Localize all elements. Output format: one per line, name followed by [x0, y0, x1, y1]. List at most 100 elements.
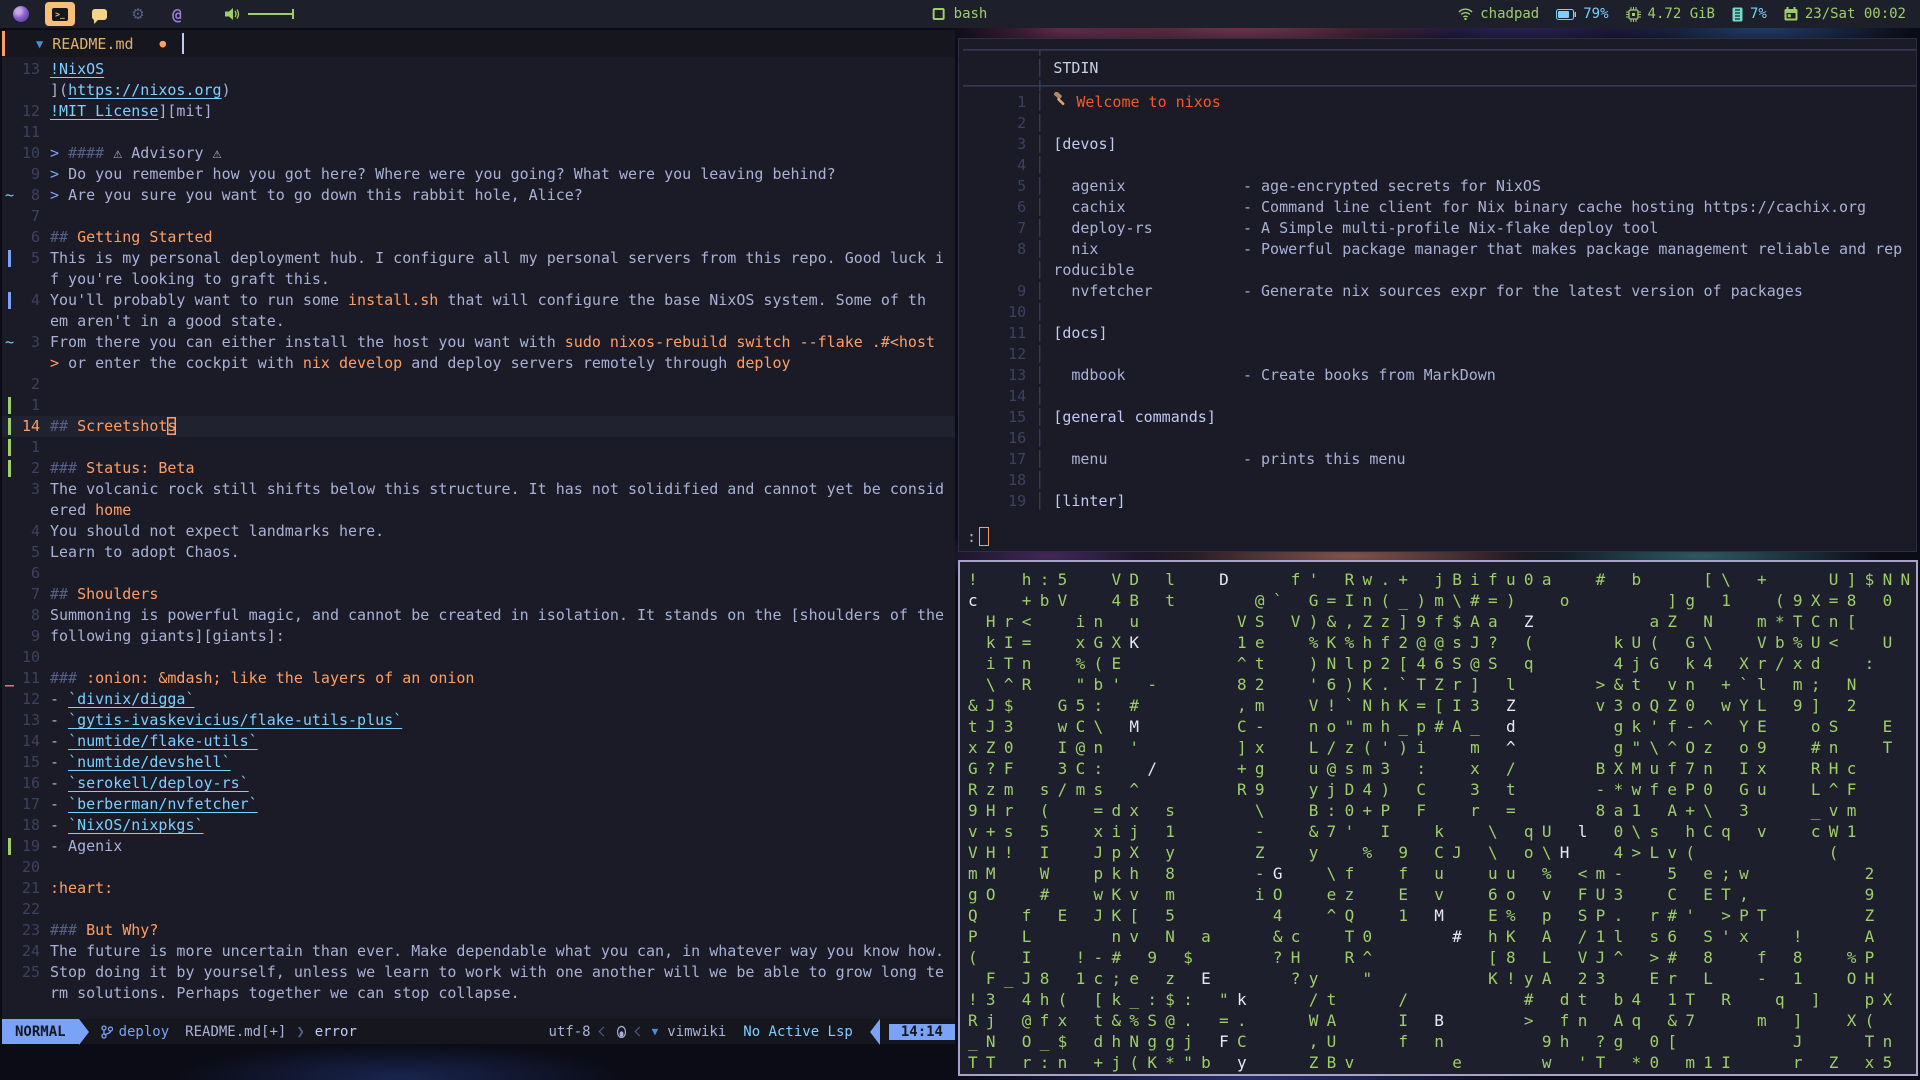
- line-text: The volcanic rock still shifts below thi…: [50, 480, 945, 498]
- git-sign: [2, 311, 17, 332]
- editor-row: 12 - `divnix/digga`: [2, 689, 955, 710]
- line-number: [17, 983, 50, 1004]
- line-text: [50, 122, 955, 143]
- editor-row: 13 - `gytis-ivaskevicius/flake-utils-plus…: [2, 710, 955, 731]
- editor-row: 21:heart:: [2, 878, 955, 899]
- pager-terminal-window[interactable]: ────────┬───────────────────────────────…: [958, 38, 1917, 552]
- line-text: :heart:: [50, 879, 114, 897]
- line-number: 14: [21, 732, 40, 750]
- git-sign: [2, 521, 17, 542]
- pager-row: │ roducible: [963, 261, 1135, 279]
- chevron-left-icon: [598, 1026, 609, 1037]
- line-text: The future is more uncertain than ever. …: [50, 942, 945, 960]
- line-number: 4: [30, 291, 40, 309]
- line-text: [50, 899, 955, 920]
- git-sign: [2, 227, 17, 248]
- git-sign: [2, 920, 17, 941]
- editor-row: 6: [2, 563, 955, 584]
- line-number: 25: [21, 963, 40, 981]
- at-icon: @: [172, 4, 182, 24]
- git-sign: [2, 647, 17, 668]
- pager-content: 1 │ Welcome to nixos 2 │ 3 │ [devos] 4 │…: [963, 92, 1916, 512]
- git-sign: ~: [4, 333, 15, 351]
- git-sign: [2, 269, 17, 290]
- git-sign: ~: [4, 186, 15, 204]
- app-launcher-group: >_ ⚙ @: [6, 2, 294, 26]
- volume-slider[interactable]: [248, 9, 294, 19]
- cpu-module[interactable]: 7%: [1732, 6, 1767, 22]
- git-sign: [2, 962, 17, 983]
- line-text: > #### ⚠ Advisory ⚠: [50, 144, 222, 162]
- line-text: From there you can either install the ho…: [50, 333, 936, 351]
- editor-window[interactable]: ▼ README.md ● 13 !NixOS ](https://nixos.or…: [2, 30, 955, 1045]
- git-sign: [2, 101, 17, 122]
- line-number: 20: [21, 858, 40, 876]
- terminal-launcher[interactable]: >_: [45, 2, 75, 26]
- settings-launcher[interactable]: ⚙: [123, 2, 153, 26]
- matrix-row: Rj @fx t&%S@. =. WA I B > fn Aq &7 m ] X…: [968, 1011, 1901, 1030]
- line-text: Learn to adopt Chaos.: [50, 543, 240, 561]
- line-text: ## Shoulders: [50, 585, 159, 603]
- git-sign: [2, 374, 17, 395]
- random-char-terminal-window[interactable]: ! h:5 VD l D f' Rw.+ jBifu0a # b [\ + U]…: [958, 560, 1918, 1076]
- line-number: 15: [21, 753, 40, 771]
- pager-row: 17 │ menu - prints this menu: [963, 450, 1406, 468]
- pager-row: 3 │ [devos]: [963, 135, 1117, 153]
- prompt-cursor: [979, 527, 990, 546]
- matrix-row: 9Hr ( =dx s \ B:0+P F r = 8a1 A+\ 3 _vm: [968, 801, 1901, 820]
- line-text: !NixOS: [50, 60, 105, 78]
- line-text: ## Screetshots: [50, 417, 177, 435]
- editor-row: 11: [2, 122, 955, 143]
- matrix-row: tJ3 wC\ M C- no"mh_p#A_ d gk'f-^ YE oS E: [968, 717, 1901, 736]
- line-text: f you're looking to graft this.: [50, 270, 330, 288]
- matrix-row: P L nv N a &c T0 # hK A /1l s6 S'x ! A: [968, 927, 1901, 946]
- mentions-launcher[interactable]: @: [162, 2, 192, 26]
- editor-row: 7 ## Shoulders: [2, 584, 955, 605]
- line-text: ](https://nixos.org): [50, 81, 231, 99]
- editor-row: 10: [2, 647, 955, 668]
- tabline-accent-bar: [2, 31, 5, 56]
- matrix-row: F_J8 1c;e z E ?y " K!yA 23 Er L - 1 OH: [968, 969, 1901, 988]
- firefox-launcher[interactable]: [6, 2, 36, 26]
- pager-row: 2 │: [963, 114, 1054, 132]
- line-number: 6: [30, 228, 40, 246]
- git-branch-icon: [100, 1024, 113, 1039]
- git-sign: [2, 164, 17, 185]
- line-text: - `numtide/flake-utils`: [50, 732, 258, 750]
- git-sign: [2, 353, 17, 374]
- network-module[interactable]: chadpad: [1458, 6, 1539, 22]
- matrix-row: ! h:5 VD l D f' Rw.+ jBifu0a # b [\ + U]…: [968, 570, 1916, 589]
- breadcrumb-context: error: [314, 1023, 357, 1040]
- git-sign: [2, 878, 17, 899]
- editor-row: 17 - `berberman/nvfetcher`: [2, 794, 955, 815]
- focused-window-title: bash: [932, 6, 987, 22]
- editor-row: 10 > #### ⚠ Advisory ⚠: [2, 143, 955, 164]
- git-sign: [2, 458, 17, 479]
- memory-module[interactable]: 4.72 GiB: [1625, 6, 1715, 22]
- matrix-row: G?F 3C: / +g u@sm3 : x / BXMuf7n Ix RHc: [968, 759, 1901, 778]
- line-number: 10: [21, 648, 40, 666]
- clock-module[interactable]: 23/Sat 00:02: [1784, 6, 1906, 22]
- powerline-arrow-left: [869, 1018, 880, 1045]
- pager-header: ────────┬───────────────────────────────…: [963, 44, 1916, 92]
- editor-row: rm solutions. Perhaps together we can st…: [2, 983, 955, 1004]
- top-status-bar: >_ ⚙ @ bash chadpad 79% 4.72 GiB 7% 23/S…: [0, 0, 1920, 28]
- pager-row: 11 │ [docs]: [963, 324, 1108, 342]
- line-text: - Agenix: [50, 837, 123, 855]
- tab-readme[interactable]: ▼ README.md ●: [2, 30, 185, 57]
- line-number: 7: [30, 585, 40, 603]
- editor-buffer[interactable]: 13 !NixOS](https://nixos.org) 12 !MIT Licen…: [2, 57, 955, 1019]
- memory-used: 4.72 GiB: [1647, 6, 1715, 22]
- git-sign: [2, 626, 17, 647]
- volume-module[interactable]: [225, 7, 294, 21]
- modified-dot: ●: [159, 37, 167, 50]
- line-number: 13: [21, 60, 40, 78]
- matrix-row: _N O_$ dhNggj FC ,U f n 9h ?g 0[ J Tn: [968, 1032, 1901, 1051]
- battery-module[interactable]: 79%: [1556, 6, 1609, 22]
- pager-prompt[interactable]: :: [967, 527, 990, 546]
- editor-row: 13 !NixOS: [2, 59, 955, 80]
- chat-launcher[interactable]: [84, 2, 114, 26]
- editor-row: 4 You should not expect landmarks here.: [2, 521, 955, 542]
- line-number: 10: [21, 144, 40, 162]
- editor-row: 9 > Do you remember how you got here? Whe…: [2, 164, 955, 185]
